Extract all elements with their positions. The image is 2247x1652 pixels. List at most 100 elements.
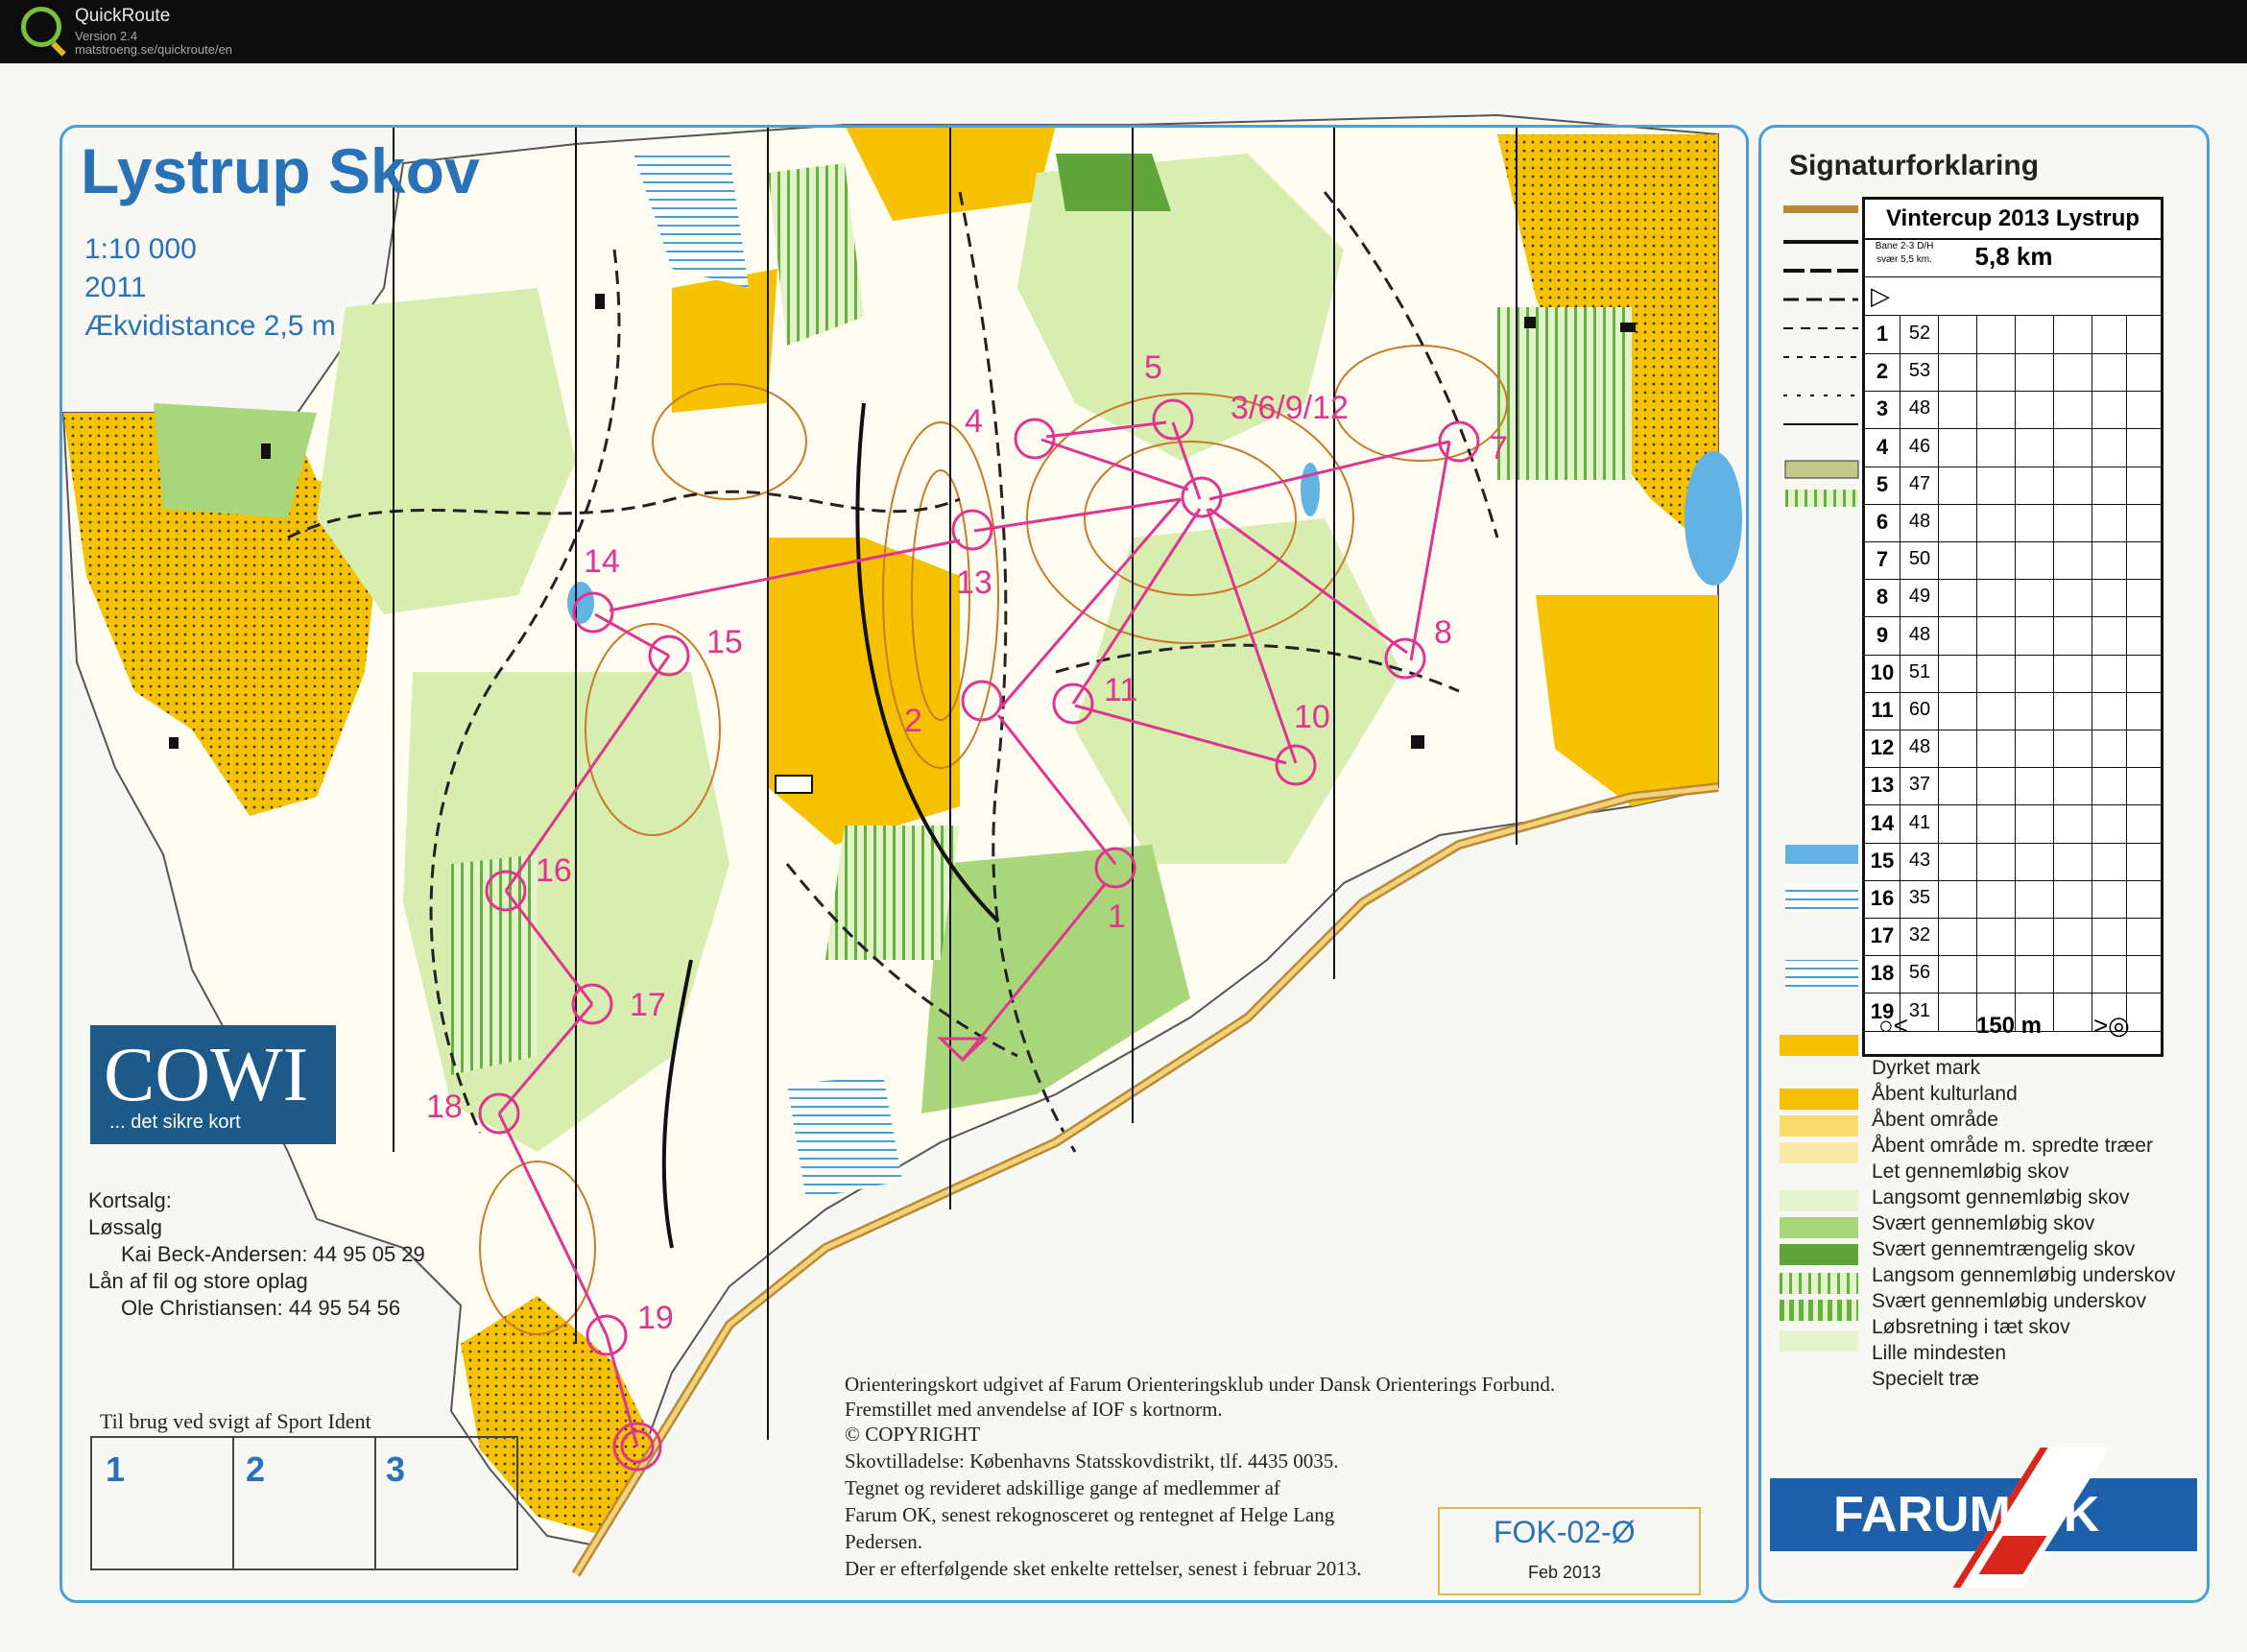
app-version: Version 2.4 [75, 29, 138, 43]
control-row: 14 41 [1865, 804, 2161, 844]
control-row: 17 32 [1865, 918, 2161, 957]
bulk-contact: Ole Christiansen: 44 95 54 56 [121, 1296, 401, 1320]
grid-line [2053, 316, 2054, 353]
control-number: 13 [1870, 773, 1895, 798]
control-number: 2 [1876, 359, 1889, 384]
grid-line [2015, 466, 2016, 504]
grid-line [2126, 730, 2127, 768]
control-number: 15 [1870, 848, 1895, 873]
grid-line [2053, 504, 2054, 541]
control-row: 1 52 [1865, 316, 2161, 354]
publication-note: Tegnet og revideret adskillige gange af … [845, 1476, 1280, 1499]
grid-line [2053, 541, 2054, 580]
control-code: 47 [1908, 472, 1931, 494]
control-code: 43 [1908, 849, 1931, 871]
grid-line [2126, 579, 2127, 617]
grid-line [2015, 316, 2016, 353]
grid-line [2015, 918, 2016, 956]
grid-line [1976, 616, 1977, 655]
grid-line [2126, 767, 2127, 805]
legend-swatch [1780, 1115, 1858, 1137]
contour-interval: Ækvidistance 2,5 m [84, 310, 336, 342]
control-label: 19 [637, 1300, 674, 1336]
control-number: 11 [1871, 698, 1894, 722]
control-row: 6 48 [1865, 504, 2161, 542]
control-code: 53 [1908, 360, 1931, 382]
grid-line [1938, 541, 1939, 580]
legend-item: Åbent kulturland [1872, 1083, 2018, 1105]
control-number: 7 [1876, 547, 1889, 572]
legend-swatch [1780, 1190, 1858, 1211]
control-code: 60 [1908, 699, 1931, 720]
publication-note: Skovtilladelse: Københavns Statsskovdist… [845, 1449, 1339, 1472]
grid-line [2126, 880, 2127, 918]
grid-line [2015, 541, 2016, 580]
grid-line [2126, 955, 2127, 994]
legend-item: Dyrket mark [1872, 1057, 1981, 1079]
control-label: 7 [1490, 430, 1508, 467]
control-code: 48 [1908, 736, 1931, 758]
grid-line [2053, 804, 2054, 843]
control-row: 4 46 [1865, 428, 2161, 467]
grid-line [1938, 316, 1939, 353]
grid-line [1938, 391, 1939, 429]
app-title: QuickRoute [75, 6, 171, 26]
sales-heading: Kortsalg: [88, 1188, 172, 1212]
grid-line [1938, 918, 1939, 956]
grid-line [1976, 804, 1977, 843]
control-label: 11 [1104, 672, 1138, 708]
grid-line [2015, 579, 2016, 617]
grid-line [2053, 353, 2054, 392]
grid-line [1976, 880, 1977, 918]
grid-line [1976, 428, 1977, 467]
publication-note: Orienteringskort udgivet af Farum Orient… [845, 1373, 1556, 1396]
grid-line [2053, 692, 2054, 730]
control-number: 18 [1870, 961, 1895, 986]
control-code: 48 [1908, 623, 1931, 645]
grid-line [1976, 353, 1977, 392]
grid-line [2015, 955, 2016, 994]
grid-line [2126, 993, 2127, 1031]
control-number: 9 [1876, 622, 1889, 647]
app-url[interactable]: matstroeng.se/quickroute/en [75, 42, 232, 57]
grid-line [1976, 730, 1977, 768]
control-code: 46 [1908, 435, 1931, 457]
control-number: 1 [1876, 322, 1889, 346]
control-code: 49 [1908, 586, 1931, 608]
course-header-row [1865, 238, 2161, 277]
grid-line [2053, 842, 2054, 880]
legend-item: Åbent område [1872, 1109, 1998, 1131]
grid-line [2126, 466, 2127, 504]
grid-line [2015, 692, 2016, 730]
grid-line [1938, 428, 1939, 467]
publication-note: © COPYRIGHT [845, 1423, 981, 1446]
control-row: 5 47 [1865, 466, 2161, 505]
grid-line [1938, 579, 1939, 617]
grid-line [2053, 428, 2054, 467]
control-code: 50 [1908, 548, 1931, 570]
grid-line [2126, 504, 2127, 541]
grid-line [2015, 842, 2016, 880]
farum-ok-logo-text: FARUM OK [1833, 1487, 2100, 1543]
legend-item: Let gennemløbig skov [1872, 1161, 2069, 1183]
grid-line [2126, 391, 2127, 429]
grid-line [1938, 880, 1939, 918]
publication-note: Der er efterfølgende sket enkelte rettel… [845, 1557, 1362, 1580]
grid-line [2053, 767, 2054, 805]
legend-item: Specielt træ [1872, 1368, 1980, 1390]
legend-item: Åbent område m. spredte træer [1872, 1135, 2153, 1157]
grid-line [1938, 955, 1939, 994]
sport-ident-cell-number: 1 [106, 1449, 126, 1489]
grid-line [2015, 428, 2016, 467]
control-code: 56 [1908, 962, 1931, 984]
grid-line [1976, 504, 1977, 541]
control-row: 13 37 [1865, 767, 2161, 806]
grid-line [2053, 579, 2054, 617]
control-number: 17 [1870, 923, 1895, 948]
grid-line [2015, 880, 2016, 918]
control-row: 8 49 [1865, 579, 2161, 618]
grid-line [1976, 541, 1977, 580]
retail-contact: Kai Beck-Andersen: 44 95 05 29 [121, 1242, 425, 1266]
grid-line [2126, 842, 2127, 880]
publication-note: Farum OK, senest rekognosceret og renteg… [845, 1503, 1335, 1526]
